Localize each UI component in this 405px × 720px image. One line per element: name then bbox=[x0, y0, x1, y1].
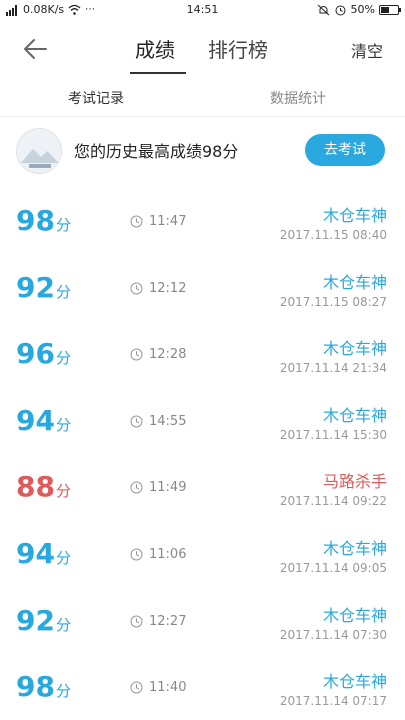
battery-percent: 50% bbox=[350, 3, 375, 16]
clock-icon bbox=[130, 415, 143, 428]
status-bar: 0.08K/s ⋯ 14:51 50% bbox=[0, 0, 405, 20]
exam-date: 2017.11.14 07:17 bbox=[279, 694, 387, 709]
duration-text: 11:47 bbox=[149, 214, 187, 229]
score-number: 92 bbox=[16, 603, 55, 637]
avatar bbox=[16, 128, 62, 174]
score-value: 94分 bbox=[16, 404, 71, 437]
duration: 11:47 bbox=[130, 214, 186, 229]
record-row[interactable]: 94分 14:55 木仓车神 2017.11.14 15:30 bbox=[0, 388, 405, 455]
score-unit: 分 bbox=[55, 482, 71, 501]
duration-text: 12:27 bbox=[149, 613, 187, 629]
battery-icon bbox=[379, 4, 401, 15]
exam-date: 2017.11.14 09:05 bbox=[279, 560, 387, 575]
score-value: 96分 bbox=[16, 337, 71, 370]
exam-date: 2017.11.14 09:22 bbox=[279, 494, 387, 509]
duration: 11:06 bbox=[130, 547, 186, 562]
title-name: 木仓车神 bbox=[322, 405, 387, 425]
score-value: 92分 bbox=[16, 271, 71, 304]
score-number: 94 bbox=[16, 403, 55, 437]
title-name: 木仓车神 bbox=[322, 206, 387, 225]
tab-active-indicator bbox=[130, 72, 186, 74]
score-unit: 分 bbox=[55, 216, 71, 234]
mute-icon bbox=[317, 4, 329, 15]
subtab-exam-records[interactable]: 考试记录 bbox=[68, 88, 124, 108]
record-row[interactable]: 94分 11:06 木仓车神 2017.11.14 09:05 bbox=[0, 521, 405, 588]
battery-fill bbox=[381, 6, 389, 13]
exam-date: 2017.11.14 07:30 bbox=[279, 627, 387, 642]
record-row[interactable]: 88分 11:49 马路杀手 2017.11.14 09:22 bbox=[0, 454, 405, 521]
score-value: 88分 bbox=[16, 470, 71, 503]
duration: 11:49 bbox=[130, 480, 186, 495]
score-number: 92 bbox=[16, 270, 55, 304]
score-unit: 分 bbox=[55, 349, 71, 368]
duration-text: 14:55 bbox=[149, 413, 187, 429]
exam-date: 2017.11.15 08:40 bbox=[279, 228, 387, 242]
title-name: 马路杀手 bbox=[322, 472, 387, 492]
exam-date: 2017.11.14 21:34 bbox=[279, 361, 387, 376]
best-score-card: 您的历史最高成绩98分 去考试 bbox=[0, 122, 405, 180]
tab-scores[interactable]: 成绩 bbox=[135, 34, 175, 63]
clock-icon bbox=[130, 681, 143, 694]
record-row[interactable]: 92分 12:12 木仓车神 2017.11.15 08:27 bbox=[0, 255, 405, 322]
score-unit: 分 bbox=[55, 282, 71, 301]
record-row[interactable]: 96分 12:28 木仓车神 2017.11.14 21:34 bbox=[0, 321, 405, 388]
clear-button[interactable]: 清空 bbox=[351, 38, 383, 62]
score-unit: 分 bbox=[55, 615, 71, 634]
alarm-icon bbox=[335, 5, 346, 15]
duration-text: 11:49 bbox=[149, 480, 187, 496]
subtab-data-stats[interactable]: 数据统计 bbox=[270, 88, 326, 108]
divider bbox=[0, 116, 405, 117]
score-unit: 分 bbox=[55, 548, 71, 567]
tab-rankings[interactable]: 排行榜 bbox=[208, 34, 268, 63]
score-number: 88 bbox=[16, 470, 55, 504]
clock-icon bbox=[130, 282, 143, 295]
exam-date: 2017.11.14 15:30 bbox=[279, 427, 387, 442]
score-number: 98 bbox=[16, 670, 55, 704]
status-right: 50% bbox=[317, 3, 401, 16]
clock-icon bbox=[130, 615, 143, 628]
back-arrow-icon[interactable] bbox=[20, 34, 50, 64]
title-name: 木仓车神 bbox=[322, 672, 387, 692]
title-name: 木仓车神 bbox=[322, 339, 387, 359]
score-value: 98分 bbox=[16, 204, 71, 237]
score-value: 92分 bbox=[16, 604, 71, 637]
duration: 12:27 bbox=[130, 614, 186, 629]
duration: 12:12 bbox=[130, 281, 186, 296]
duration: 14:55 bbox=[130, 414, 186, 429]
duration: 11:40 bbox=[130, 680, 186, 695]
duration: 12:28 bbox=[130, 347, 186, 362]
sub-tabs: 考试记录 数据统计 bbox=[0, 78, 405, 117]
clock-icon bbox=[130, 348, 143, 361]
score-value: 98分 bbox=[16, 670, 71, 703]
score-number: 98 bbox=[16, 204, 55, 237]
score-unit: 分 bbox=[55, 415, 71, 434]
duration-text: 11:40 bbox=[149, 680, 187, 696]
title-name: 木仓车神 bbox=[322, 605, 387, 625]
duration-text: 11:06 bbox=[149, 546, 187, 562]
clock-icon bbox=[130, 215, 143, 228]
avatar-image-icon bbox=[17, 129, 61, 173]
score-number: 94 bbox=[16, 536, 55, 570]
records-list: 98分 11:47 木仓车神 2017.11.15 08:40 92分 12:1… bbox=[0, 188, 405, 720]
title-name: 木仓车神 bbox=[322, 272, 387, 292]
top-nav: 成绩 排行榜 清空 bbox=[0, 20, 405, 76]
record-row[interactable]: 98分 11:47 木仓车神 2017.11.15 08:40 bbox=[0, 188, 405, 255]
duration-text: 12:28 bbox=[149, 347, 187, 363]
duration-text: 12:12 bbox=[149, 280, 187, 296]
score-number: 96 bbox=[16, 337, 55, 371]
clock-icon bbox=[130, 548, 143, 561]
best-score-text: 您的历史最高成绩98分 bbox=[74, 142, 239, 161]
record-row[interactable]: 92分 12:27 木仓车神 2017.11.14 07:30 bbox=[0, 588, 405, 655]
title-name: 木仓车神 bbox=[322, 538, 387, 558]
clock-icon bbox=[130, 481, 143, 494]
score-value: 94分 bbox=[16, 537, 71, 570]
go-exam-button[interactable]: 去考试 bbox=[305, 134, 385, 166]
score-unit: 分 bbox=[55, 682, 71, 701]
exam-date: 2017.11.15 08:27 bbox=[279, 294, 387, 309]
record-row[interactable]: 98分 11:40 木仓车神 2017.11.14 07:17 bbox=[0, 654, 405, 720]
